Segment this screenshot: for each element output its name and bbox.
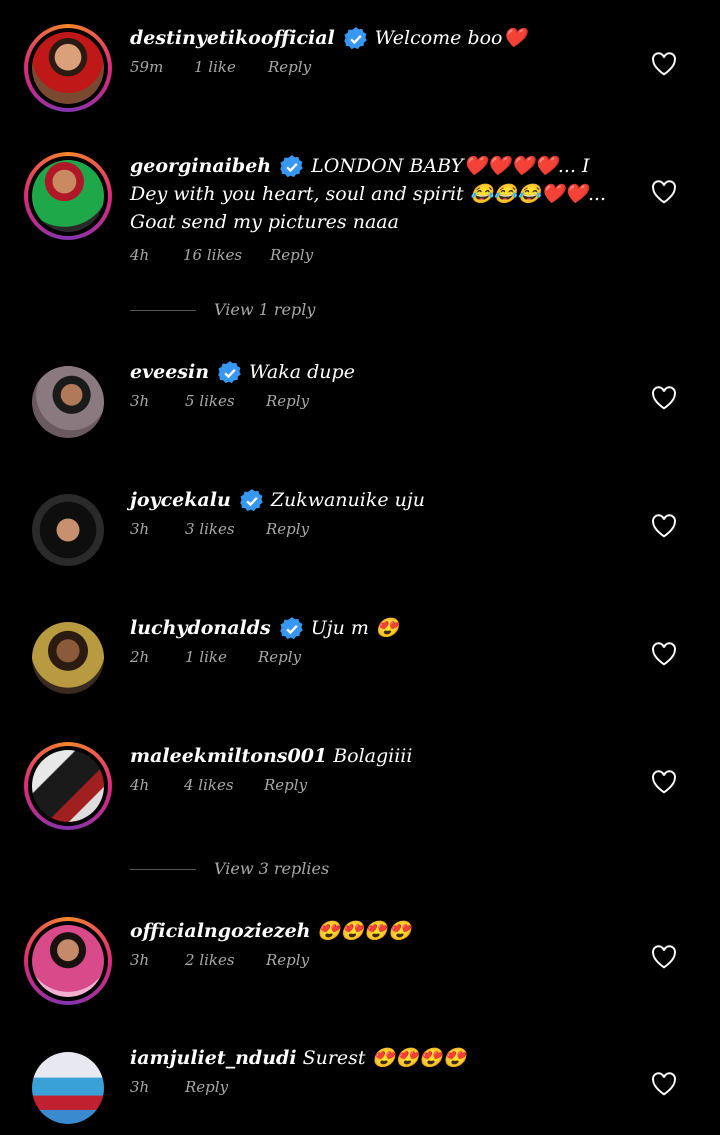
- heart-icon[interactable]: [651, 180, 677, 204]
- avatar[interactable]: [24, 614, 112, 702]
- comment-text: Waka dupe: [249, 361, 355, 383]
- comment-item: officialngoziezeh 😍😍😍😍 3h 2 likes Reply: [0, 917, 720, 1017]
- avatar[interactable]: [24, 152, 112, 240]
- username[interactable]: luchydonalds: [130, 617, 271, 639]
- like-count[interactable]: 3 likes: [185, 520, 235, 538]
- like-count[interactable]: 1 like: [185, 648, 227, 666]
- comment-text: 😍😍😍😍: [316, 920, 412, 942]
- comment-time: 2h: [130, 648, 150, 666]
- reply-button[interactable]: Reply: [266, 392, 309, 410]
- comment-item: iamjuliet_ndudi Surest 😍😍😍😍 3h Reply: [0, 1044, 720, 1135]
- comment-text: Surest 😍😍😍😍: [302, 1047, 467, 1069]
- username[interactable]: joycekalu: [130, 489, 231, 511]
- username[interactable]: officialngoziezeh: [130, 920, 310, 942]
- username[interactable]: maleekmiltons001: [130, 745, 327, 767]
- comment-time: 59m: [130, 58, 164, 76]
- heart-icon[interactable]: [651, 52, 677, 76]
- comment-time: 3h: [130, 951, 150, 969]
- heart-icon[interactable]: [651, 514, 677, 538]
- comment-item: luchydonalds Uju m 😍 2h 1 like Reply: [0, 614, 720, 714]
- view-replies-button[interactable]: View 1 reply: [130, 300, 430, 320]
- username[interactable]: iamjuliet_ndudi: [130, 1047, 297, 1069]
- comment-time: 3h: [130, 520, 150, 538]
- verified-badge-icon: [280, 155, 303, 178]
- heart-icon[interactable]: [651, 1072, 677, 1096]
- verified-badge-icon: [218, 361, 241, 384]
- avatar[interactable]: [24, 358, 112, 446]
- divider: [130, 869, 196, 870]
- like-count[interactable]: 5 likes: [185, 392, 235, 410]
- like-count[interactable]: 16 likes: [183, 246, 242, 264]
- avatar[interactable]: [24, 1044, 112, 1132]
- verified-badge-icon: [343, 27, 367, 50]
- heart-icon[interactable]: [651, 386, 677, 410]
- comment-item: joycekalu Zukwanuike uju 3h 3 likes Reply: [0, 486, 720, 586]
- comment-item: georginaibeh LONDON BABY❤️❤️❤️❤️... I Dey…: [0, 152, 720, 272]
- comment-time: 3h: [130, 1078, 150, 1096]
- like-count[interactable]: 1 like: [194, 58, 236, 76]
- avatar[interactable]: [24, 486, 112, 574]
- username[interactable]: georginaibeh: [130, 155, 271, 177]
- reply-button[interactable]: Reply: [268, 58, 311, 76]
- comment-item: destinyetikoofficial Welcome boo❤️ 59m 1 …: [0, 24, 720, 124]
- comment-time: 4h: [130, 776, 150, 794]
- divider: [130, 310, 196, 311]
- like-count[interactable]: 2 likes: [185, 951, 235, 969]
- comment-time: 4h: [130, 246, 150, 264]
- reply-button[interactable]: Reply: [266, 520, 309, 538]
- comment-text: Bolagiiii: [333, 745, 413, 767]
- comment-item: eveesin Waka dupe 3h 5 likes Reply: [0, 358, 720, 458]
- comment-text: Uju m 😍: [310, 617, 399, 639]
- heart-icon[interactable]: [651, 945, 677, 969]
- like-count[interactable]: 4 likes: [184, 776, 234, 794]
- heart-icon[interactable]: [651, 770, 677, 794]
- avatar[interactable]: [24, 742, 112, 830]
- reply-button[interactable]: Reply: [270, 246, 313, 264]
- comment-text: Welcome boo❤️: [374, 27, 527, 49]
- avatar[interactable]: [24, 917, 112, 1005]
- comment-item: maleekmiltons001 Bolagiiii 4h 4 likes Re…: [0, 742, 720, 842]
- heart-icon[interactable]: [651, 642, 677, 666]
- avatar[interactable]: [24, 24, 112, 112]
- reply-button[interactable]: Reply: [258, 648, 301, 666]
- reply-button[interactable]: Reply: [266, 951, 309, 969]
- reply-button[interactable]: Reply: [185, 1078, 228, 1096]
- username[interactable]: destinyetikoofficial: [130, 27, 335, 49]
- view-replies-button[interactable]: View 3 replies: [130, 859, 430, 879]
- reply-button[interactable]: Reply: [264, 776, 307, 794]
- comment-time: 3h: [130, 392, 150, 410]
- comment-text: Zukwanuike uju: [270, 489, 426, 511]
- verified-badge-icon: [279, 617, 303, 640]
- verified-badge-icon: [239, 489, 263, 512]
- username[interactable]: eveesin: [130, 361, 209, 383]
